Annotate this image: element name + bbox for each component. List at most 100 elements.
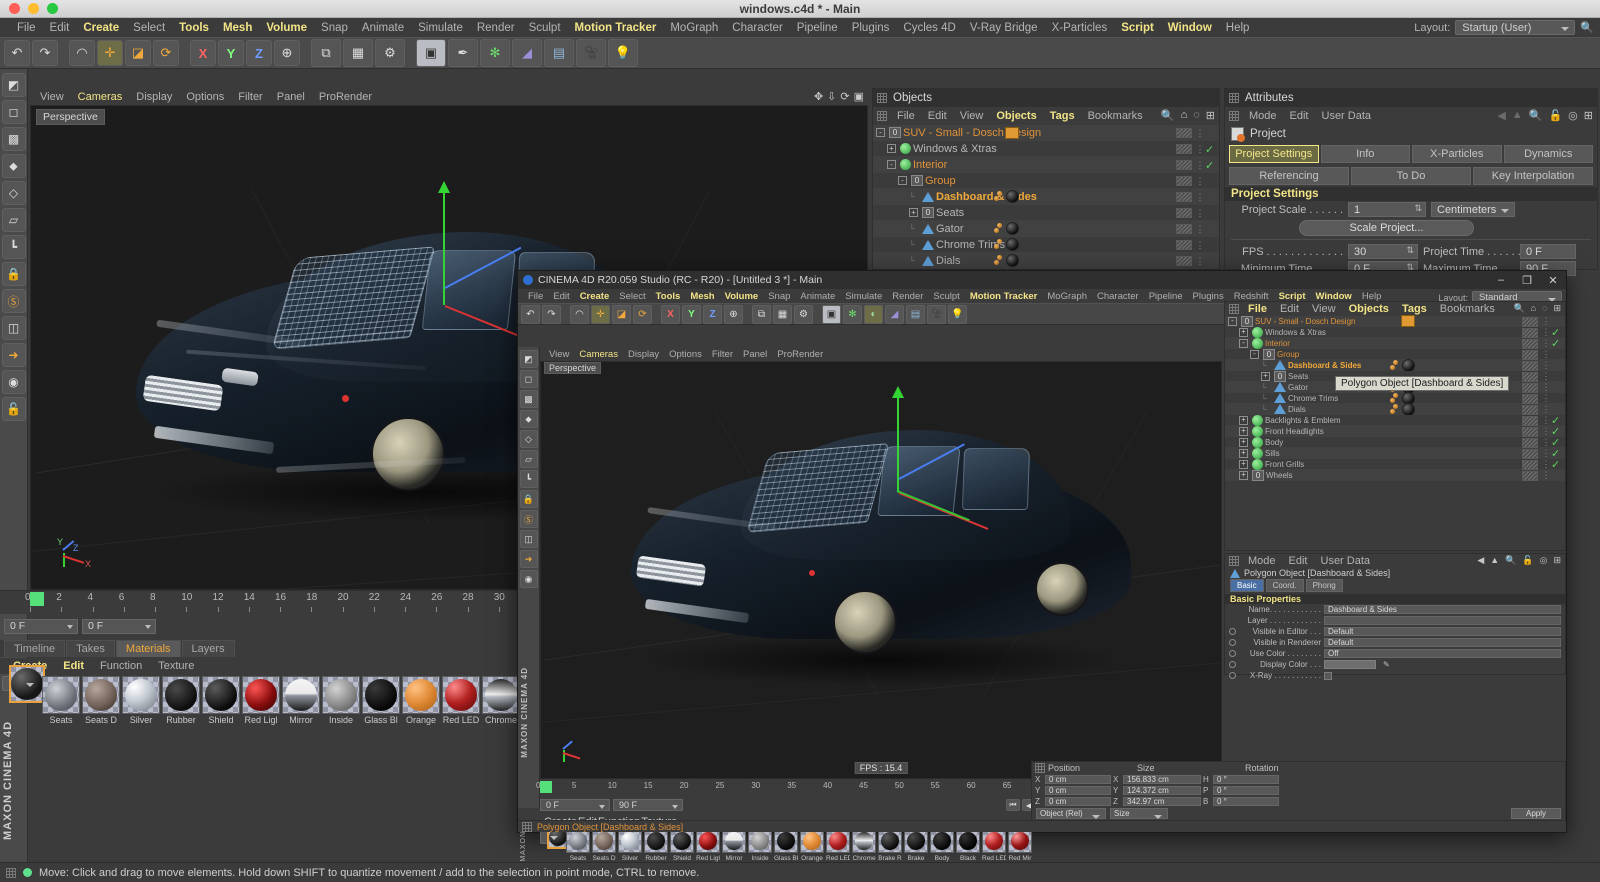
model-mode-icon[interactable]: ◻ [520,370,538,388]
polygon-mode-icon[interactable]: ▱ [2,208,26,232]
menu-item-snap[interactable]: Snap [763,291,795,302]
inner-viewport[interactable]: FPS : 15.4 Grid Spacing : 100 cm [540,361,1222,779]
expand-toggle-icon[interactable]: - [1228,317,1237,326]
array-generator-icon[interactable]: ✻ [843,305,862,324]
point-mode-icon[interactable]: ⬥ [520,410,538,428]
live-selection-icon[interactable]: ◠ [570,305,589,324]
menu-item-edit[interactable]: Edit [1274,303,1305,315]
lock-axis-icon[interactable]: 🔓 [2,397,26,421]
attributes-tabs-row-1[interactable]: Project SettingsInfoX-ParticlesDynamics [1225,143,1597,165]
object-row-columns[interactable]: ⋮✓ [1176,141,1219,157]
menu-item-script[interactable]: Script [1114,22,1161,34]
visibility-toggle-icon[interactable]: ⋮ [1541,360,1551,371]
radio-icon[interactable] [1229,650,1236,657]
menu-item-cameras[interactable]: Cameras [72,91,129,103]
dolly-icon[interactable]: ⇩ [827,90,836,103]
inner-attributes-icons[interactable]: ◀ ▲ 🔍 🔓 ◎ ⊞ [1477,555,1561,566]
annotation-tag-icon[interactable] [1005,127,1019,139]
menu-item-volume[interactable]: Volume [259,22,314,34]
visibility-dots-icon[interactable] [1522,438,1538,448]
menu-item-view[interactable]: View [34,91,70,103]
menu-item-user-data[interactable]: User Data [1315,555,1377,567]
material-swatch[interactable]: Dashbo [2,676,40,691]
redo-icon[interactable]: ↷ [32,40,58,66]
menu-item-x-particles[interactable]: X-Particles [1045,22,1115,34]
expand-toggle-icon[interactable]: + [1261,372,1270,381]
menu-item-view[interactable]: View [1306,303,1342,315]
world-coordinate-icon[interactable]: ⊕ [724,305,743,324]
rotate-view-icon[interactable]: ⟳ [840,90,849,103]
menu-item-window[interactable]: Window [1311,291,1357,302]
menu-item-cycles-4d[interactable]: Cycles 4D [896,22,962,34]
status-grip-icon[interactable] [522,822,532,832]
search-icon[interactable]: 🔍 [1505,555,1516,566]
object-enabled-checkmark[interactable]: ✓ [1205,143,1219,156]
inner-objects-tree[interactable]: -0SUV - Small - Dosch Design⋮+Windows & … [1225,316,1565,481]
expand-toggle-icon[interactable]: + [1239,427,1248,436]
attribute-value-field[interactable]: Default [1324,638,1561,647]
menu-item-motion-tracker[interactable]: Motion Tracker [568,22,664,34]
target-icon[interactable]: ◎ [1568,109,1578,122]
layout-dropdown[interactable]: Startup (User) [1455,20,1575,35]
menu-item-pipeline[interactable]: Pipeline [1144,291,1188,302]
object-row[interactable]: -0SUV - Small - Dosch Design⋮ [873,125,1219,141]
visibility-dots-icon[interactable] [1522,350,1538,360]
object-row-columns[interactable]: ⋮ [1176,189,1219,205]
menu-item-edit[interactable]: Edit [922,110,953,122]
attribute-value-field[interactable]: Dashboard & Sides [1324,605,1561,614]
inner-viewport-menu-bar[interactable]: ViewCamerasDisplayOptionsFilterPanelProR… [540,347,1222,361]
size-mode-dropdown[interactable]: Size [1110,808,1168,819]
menu-item-animate[interactable]: Animate [355,22,411,34]
menu-item-prorender[interactable]: ProRender [772,349,828,360]
coordinate-mode-dropdown[interactable]: Object (Rel) [1036,808,1106,819]
object-row-columns[interactable]: ⋮ [1522,360,1565,371]
menu-item-create[interactable]: Create [575,291,615,302]
attribute-tab-project-settings[interactable]: Project Settings [1229,145,1319,163]
menu-item-mode[interactable]: Mode [1242,555,1282,567]
menu-item-texture[interactable]: Texture [151,660,201,672]
workplane-icon[interactable]: ◫ [520,530,538,548]
coordinate-row[interactable]: Y0 cmY124.372 cmP0 ° [1032,785,1565,796]
workplane-icon[interactable]: ◫ [2,316,26,340]
undo-icon[interactable]: ↶ [4,40,30,66]
fps-field[interactable]: 30 [1348,244,1418,259]
objects-tree[interactable]: -0SUV - Small - Dosch Design⋮+Windows & … [873,125,1219,269]
menu-item-create[interactable]: Create [76,22,126,34]
size-field[interactable]: 342.97 cm [1123,797,1201,806]
menu-item-window[interactable]: Window [1161,22,1219,34]
minimize-button[interactable]: – [1488,271,1514,289]
radio-icon[interactable] [1229,661,1236,668]
render-settings-icon[interactable]: ⚙ [375,39,405,67]
object-row-columns[interactable]: ⋮ [1176,237,1219,253]
visibility-dots-icon[interactable] [1522,328,1538,338]
scale-tool-icon[interactable]: ◪ [612,305,631,324]
attribute-tab-to-do[interactable]: To Do [1351,167,1471,185]
viewport-nav-icons[interactable]: ✥ ⇩ ⟳ ▣ [814,90,864,103]
left-tool-palette[interactable]: ◩ ◻ ▩ ⬥ ◇ ▱ ┗ 🔒 Ⓢ ◫ ➜ ◉ 🔓 MAXON CINEMA 4… [0,69,28,882]
new-layer-icon[interactable]: ⊞ [1553,303,1561,314]
render-view-icon[interactable]: ⧉ [752,305,771,324]
viewport-menu-bar[interactable]: ✥ ⇩ ⟳ ▣ ViewCamerasDisplayOptionsFilterP… [30,88,868,106]
menu-item-cameras[interactable]: Cameras [574,349,623,360]
lock-icon[interactable]: 🔒 [520,490,538,508]
visibility-dots-icon[interactable] [1176,208,1192,218]
material-swatch[interactable]: Red Ligl [242,676,280,728]
visibility-dots-icon[interactable] [1176,176,1192,186]
attributes-menu-grip-icon[interactable] [1229,556,1239,566]
object-row[interactable]: +0Seats⋮ [873,205,1219,221]
maximize-button[interactable]: ❐ [1514,271,1540,289]
world-coordinate-icon[interactable]: ⊕ [274,40,300,66]
object-tags[interactable] [1390,404,1415,415]
attribute-row[interactable]: Display Color . . .✎ [1225,659,1565,670]
visibility-toggle-icon[interactable]: ⋮ [1195,176,1205,187]
go-to-start-icon[interactable]: ⏮ [1006,799,1020,811]
prev-icon[interactable]: ◀ [1477,555,1484,566]
inner-timeline-playhead[interactable] [540,781,552,793]
edge-mode-icon[interactable]: ◇ [2,181,26,205]
status-grip-icon[interactable] [6,868,16,878]
menu-item-mograph[interactable]: MoGraph [663,22,725,34]
object-row-columns[interactable]: ⋮ [1176,173,1219,189]
move-tool-icon[interactable]: ✛ [591,305,610,324]
object-row-columns[interactable]: ⋮ [1522,371,1565,382]
attribute-value-field[interactable]: Default [1324,627,1561,636]
